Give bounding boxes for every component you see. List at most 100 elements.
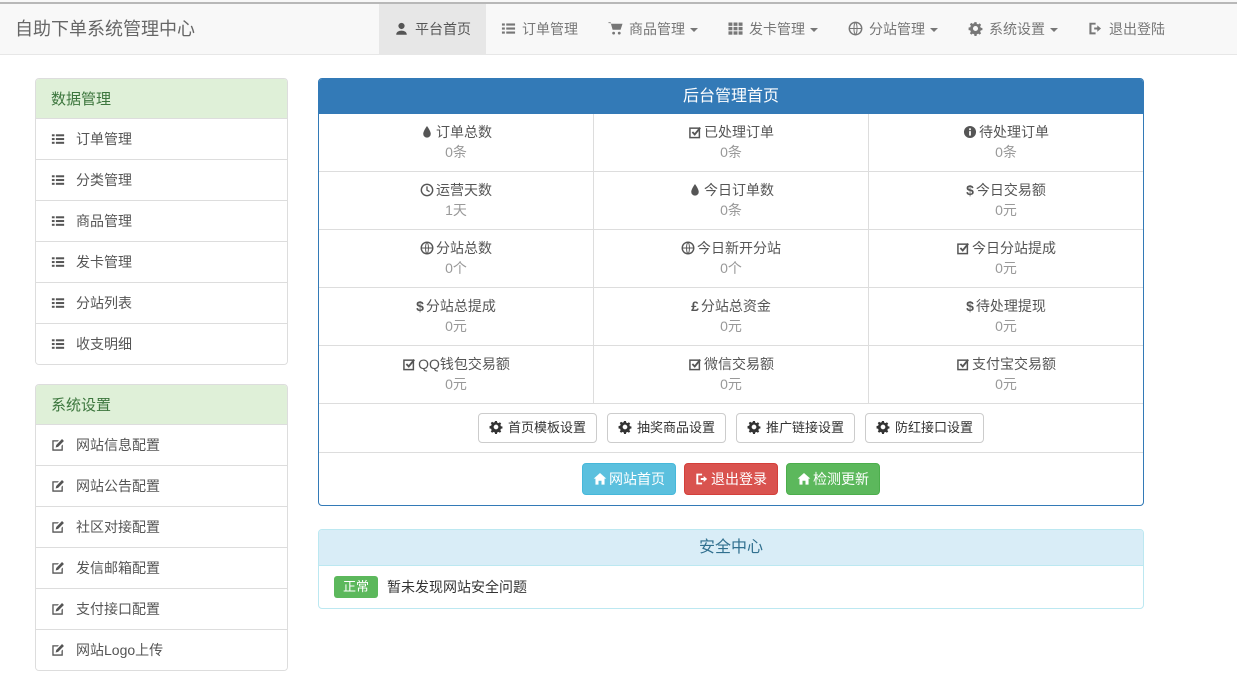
stat-value: 0条 xyxy=(869,142,1143,162)
cart-icon xyxy=(608,4,623,54)
usd-icon: $ xyxy=(416,296,424,316)
sidebar-item-product-management[interactable]: 商品管理 xyxy=(36,200,287,241)
edit-icon xyxy=(51,437,65,453)
stat-label-text: 今日交易额 xyxy=(976,182,1046,198)
list-icon xyxy=(51,172,65,188)
sidebar-item-label: 分类管理 xyxy=(76,170,132,190)
button-label: 推广链接设置 xyxy=(766,420,844,435)
stat-cell-operating-days: 运营天数1天 xyxy=(319,172,593,229)
stat-cell-today-substation-commission: 今日分站提成0元 xyxy=(868,230,1143,287)
sidebar-item-label: 网站公告配置 xyxy=(76,476,160,496)
stat-cell-wechat-transaction: 微信交易额0元 xyxy=(593,346,868,403)
sidebar-section-title: 数据管理 xyxy=(36,79,287,118)
stat-cell-total-orders: 订单总数0条 xyxy=(319,114,593,171)
stat-label: £分站总资金 xyxy=(594,296,868,316)
stat-label-text: 今日订单数 xyxy=(704,182,774,198)
button-site-home[interactable]: 网站首页 xyxy=(582,463,676,495)
security-message: 暂未发现网站安全问题 xyxy=(387,577,527,597)
stat-value: 0元 xyxy=(319,374,593,394)
sidebar-item-site-info-config[interactable]: 网站信息配置 xyxy=(36,424,287,465)
dashboard-panel-title: 后台管理首页 xyxy=(319,79,1143,114)
sidebar-item-label: 商品管理 xyxy=(76,211,132,231)
sidebar-item-income-expense-details[interactable]: 收支明细 xyxy=(36,323,287,364)
sidebar: 数据管理订单管理分类管理商品管理发卡管理分站列表收支明细系统设置网站信息配置网站… xyxy=(35,78,288,687)
sidebar-item-sender-email-config[interactable]: 发信邮箱配置 xyxy=(36,547,287,588)
gear-icon xyxy=(618,419,632,437)
caret-down-icon xyxy=(930,28,938,32)
nav-item-product-management[interactable]: 商品管理 xyxy=(593,4,713,54)
stat-label: $待处理提现 xyxy=(869,296,1143,316)
nav-item-substation-management[interactable]: 分站管理 xyxy=(833,4,953,54)
nav-item-logout[interactable]: 退出登陆 xyxy=(1073,4,1180,54)
sign-out-icon xyxy=(1088,4,1103,54)
sidebar-item-community-connect-config[interactable]: 社区对接配置 xyxy=(36,506,287,547)
sign-out-icon xyxy=(695,470,709,488)
sidebar-item-card-management[interactable]: 发卡管理 xyxy=(36,241,287,282)
nav-item-label: 系统设置 xyxy=(989,21,1045,37)
edit-icon xyxy=(51,601,65,617)
list-icon xyxy=(51,213,65,229)
sidebar-item-payment-api-config[interactable]: 支付接口配置 xyxy=(36,588,287,629)
stat-cell-qq-wallet-transaction: QQ钱包交易额 0元 xyxy=(319,346,593,403)
stat-label: 分站总数 xyxy=(319,238,593,258)
button-label: 防红接口设置 xyxy=(895,420,973,435)
button-label: 退出登录 xyxy=(711,471,767,487)
stat-label: 运营天数 xyxy=(319,180,593,200)
stat-value: 0个 xyxy=(594,258,868,278)
caret-down-icon xyxy=(810,28,818,32)
nav-item-label: 订单管理 xyxy=(522,21,578,37)
nav-item-order-management[interactable]: 订单管理 xyxy=(486,4,593,54)
usd-icon: $ xyxy=(966,296,974,316)
stat-label-text: 微信交易额 xyxy=(704,356,774,372)
caret-down-icon xyxy=(1050,28,1058,32)
button-logout[interactable]: 退出登录 xyxy=(684,463,778,495)
stats-row: 运营天数1天今日订单数0条$今日交易额0元 xyxy=(319,171,1143,229)
stats-row: QQ钱包交易额 0元微信交易额0元支付宝交易额0元 xyxy=(319,345,1143,403)
nav-item-card-management[interactable]: 发卡管理 xyxy=(713,4,833,54)
stats-row: 订单总数0条已处理订单0条待处理订单0条 xyxy=(319,114,1143,171)
caret-down-icon xyxy=(690,28,698,32)
list-icon xyxy=(501,4,516,54)
sidebar-item-site-announcement-config[interactable]: 网站公告配置 xyxy=(36,465,287,506)
sidebar-item-label: 社区对接配置 xyxy=(76,517,160,537)
page-content: 数据管理订单管理分类管理商品管理发卡管理分站列表收支明细系统设置网站信息配置网站… xyxy=(35,78,1202,687)
sidebar-item-site-logo-upload[interactable]: 网站Logo上传 xyxy=(36,629,287,670)
sidebar-item-order-management[interactable]: 订单管理 xyxy=(36,118,287,159)
list-icon xyxy=(51,295,65,311)
gear-icon xyxy=(747,419,761,437)
stat-label-text: QQ钱包交易额 xyxy=(418,356,510,372)
stat-value: 1天 xyxy=(319,200,593,220)
button-lottery-product-settings[interactable]: 抽奖商品设置 xyxy=(607,413,726,443)
nav-item-label: 平台首页 xyxy=(415,21,471,37)
stat-label-text: 分站总提成 xyxy=(426,298,496,314)
stat-value: 0元 xyxy=(594,316,868,336)
stat-label: 订单总数 xyxy=(319,122,593,142)
globe-icon xyxy=(848,4,863,54)
sidebar-item-label: 网站Logo上传 xyxy=(76,640,163,660)
stat-label-text: 已处理订单 xyxy=(704,124,774,140)
button-antired-api-settings[interactable]: 防红接口设置 xyxy=(865,413,984,443)
button-label: 首页模板设置 xyxy=(508,420,586,435)
clock-icon xyxy=(420,180,434,200)
button-promotion-link-settings[interactable]: 推广链接设置 xyxy=(736,413,855,443)
sidebar-item-label: 收支明细 xyxy=(76,334,132,354)
edit-icon xyxy=(51,560,65,576)
security-panel-title: 安全中心 xyxy=(319,530,1143,566)
nav-item-platform-home[interactable]: 平台首页 xyxy=(379,4,486,54)
list-icon xyxy=(51,336,65,352)
security-panel: 安全中心 正常 暂未发现网站安全问题 xyxy=(318,529,1144,609)
stat-value: 0条 xyxy=(594,200,868,220)
stat-label-text: 今日分站提成 xyxy=(972,240,1056,256)
button-homepage-template-settings[interactable]: 首页模板设置 xyxy=(478,413,597,443)
stat-cell-alipay-transaction: 支付宝交易额0元 xyxy=(868,346,1143,403)
globe-icon xyxy=(681,238,695,258)
security-panel-body: 正常 暂未发现网站安全问题 xyxy=(319,566,1143,608)
sidebar-item-category-management[interactable]: 分类管理 xyxy=(36,159,287,200)
nav-item-system-settings[interactable]: 系统设置 xyxy=(953,4,1073,54)
button-check-update[interactable]: 检测更新 xyxy=(786,463,880,495)
stat-cell-today-new-substations: 今日新开分站0个 xyxy=(593,230,868,287)
nav-item-label: 商品管理 xyxy=(629,21,685,37)
tint-icon xyxy=(688,180,702,200)
sidebar-item-substation-list[interactable]: 分站列表 xyxy=(36,282,287,323)
stat-cell-pending-withdrawal: $待处理提现0元 xyxy=(868,288,1143,345)
